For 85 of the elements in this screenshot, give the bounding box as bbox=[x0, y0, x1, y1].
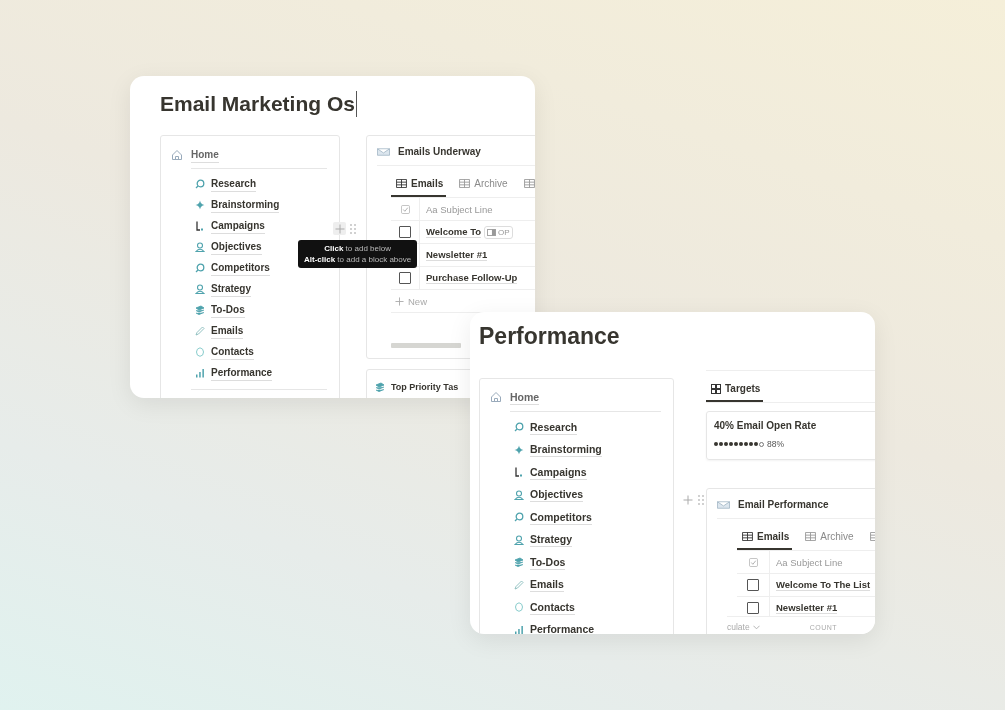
view-tab[interactable]: Emails bbox=[737, 529, 793, 550]
search-icon bbox=[514, 512, 524, 522]
checkbox[interactable] bbox=[399, 272, 411, 284]
page-title: Performance bbox=[479, 322, 620, 350]
sparkle-icon bbox=[195, 200, 205, 210]
person-icon bbox=[514, 534, 524, 545]
target-title: 40% Email Open Rate bbox=[714, 420, 818, 431]
table-icon bbox=[396, 179, 407, 188]
nav-link[interactable]: Campaigns bbox=[211, 218, 265, 234]
panel-icon bbox=[487, 228, 497, 236]
sparkle-icon bbox=[514, 444, 524, 455]
nav-link[interactable]: Emails bbox=[211, 323, 244, 339]
bar-chart-icon bbox=[195, 368, 205, 378]
layers-icon bbox=[514, 557, 524, 567]
bar-chart-icon bbox=[514, 624, 524, 634]
person-icon bbox=[195, 284, 205, 294]
layers-icon bbox=[195, 305, 205, 315]
checkbox-column-icon bbox=[400, 204, 410, 214]
pencil-icon bbox=[195, 326, 205, 336]
view-tab[interactable]: Emails bbox=[391, 176, 447, 197]
nav-link[interactable]: Home bbox=[510, 389, 540, 405]
envelope-icon bbox=[377, 147, 390, 156]
view-tab[interactable]: Archive bbox=[800, 529, 857, 550]
nav-link[interactable]: Performance bbox=[530, 622, 595, 634]
bar-icon bbox=[514, 467, 524, 477]
drag-handle-icon[interactable] bbox=[350, 223, 356, 234]
view-tab[interactable]: Archive bbox=[454, 176, 511, 197]
nav-link[interactable]: Research bbox=[530, 419, 578, 435]
table-icon bbox=[742, 532, 753, 541]
row-title[interactable]: Welcome To bbox=[426, 226, 482, 238]
layers-icon bbox=[375, 382, 385, 392]
add-block-button[interactable] bbox=[681, 493, 694, 506]
chevron-down-icon bbox=[752, 624, 760, 630]
tooltip-text: Alt-click to add a block above bbox=[304, 254, 412, 265]
home-icon bbox=[490, 391, 502, 403]
person-icon bbox=[514, 489, 524, 500]
checkbox[interactable] bbox=[399, 226, 411, 238]
progress-reading: 88% bbox=[767, 439, 784, 449]
home-icon bbox=[171, 149, 183, 161]
database-title: Email Performance bbox=[738, 499, 829, 510]
database-title: Emails Underway bbox=[398, 146, 481, 157]
target-card[interactable]: 40% Email Open Rate 88% bbox=[706, 411, 875, 460]
nav-link[interactable]: Campaigns bbox=[530, 464, 587, 480]
add-block-button[interactable] bbox=[333, 222, 346, 235]
drag-handle-icon[interactable] bbox=[698, 494, 704, 505]
nav-link[interactable]: Competitors bbox=[211, 260, 270, 276]
nav-link[interactable]: Competitors bbox=[530, 509, 592, 525]
nav-link[interactable]: Objectives bbox=[211, 239, 262, 255]
table-icon bbox=[523, 179, 535, 188]
bar-icon bbox=[195, 221, 205, 231]
search-icon bbox=[514, 422, 524, 432]
nav-link[interactable]: Contacts bbox=[530, 599, 575, 615]
row-title[interactable]: Newsletter #1 bbox=[426, 249, 488, 261]
person-icon bbox=[195, 242, 205, 252]
table-icon bbox=[459, 179, 471, 188]
nav-link[interactable]: Brainstorming bbox=[530, 442, 602, 457]
nav-link[interactable]: Brainstorming bbox=[211, 197, 280, 213]
view-tab[interactable]: Targets bbox=[706, 381, 764, 402]
nav-link[interactable]: Strategy bbox=[211, 281, 251, 297]
database-title: Top Priority Tas bbox=[391, 382, 459, 392]
search-icon bbox=[195, 263, 205, 273]
plus-icon bbox=[395, 296, 404, 306]
nav-link[interactable]: Research bbox=[211, 176, 257, 192]
page-title: Email Marketing Os bbox=[160, 92, 355, 116]
nav-link[interactable]: Strategy bbox=[530, 532, 572, 547]
nav-link[interactable]: Emails bbox=[530, 577, 564, 592]
row-title[interactable]: Welcome To The List bbox=[776, 579, 871, 591]
nav-link[interactable]: Performance bbox=[211, 365, 273, 381]
envelope-icon bbox=[717, 500, 730, 509]
search-icon bbox=[195, 179, 205, 189]
checkbox[interactable] bbox=[747, 602, 759, 614]
nav-link[interactable]: Contacts bbox=[211, 344, 254, 360]
table-icon bbox=[805, 532, 817, 541]
nav-link[interactable]: To-Dos bbox=[530, 554, 566, 570]
checkbox-column-icon bbox=[748, 557, 758, 567]
pencil-icon bbox=[514, 579, 524, 590]
nav-link[interactable]: Objectives bbox=[530, 487, 584, 502]
nav-link[interactable]: Home bbox=[191, 147, 219, 163]
row-title[interactable]: Newsletter #1 bbox=[776, 602, 838, 614]
checkbox[interactable] bbox=[747, 579, 759, 591]
tooltip-text: Click to add below bbox=[324, 243, 391, 254]
grid-icon bbox=[711, 383, 721, 394]
scrollbar[interactable] bbox=[391, 343, 461, 348]
row-title[interactable]: Purchase Follow-Up bbox=[426, 272, 518, 284]
nav-link[interactable]: To-Dos bbox=[211, 302, 245, 318]
